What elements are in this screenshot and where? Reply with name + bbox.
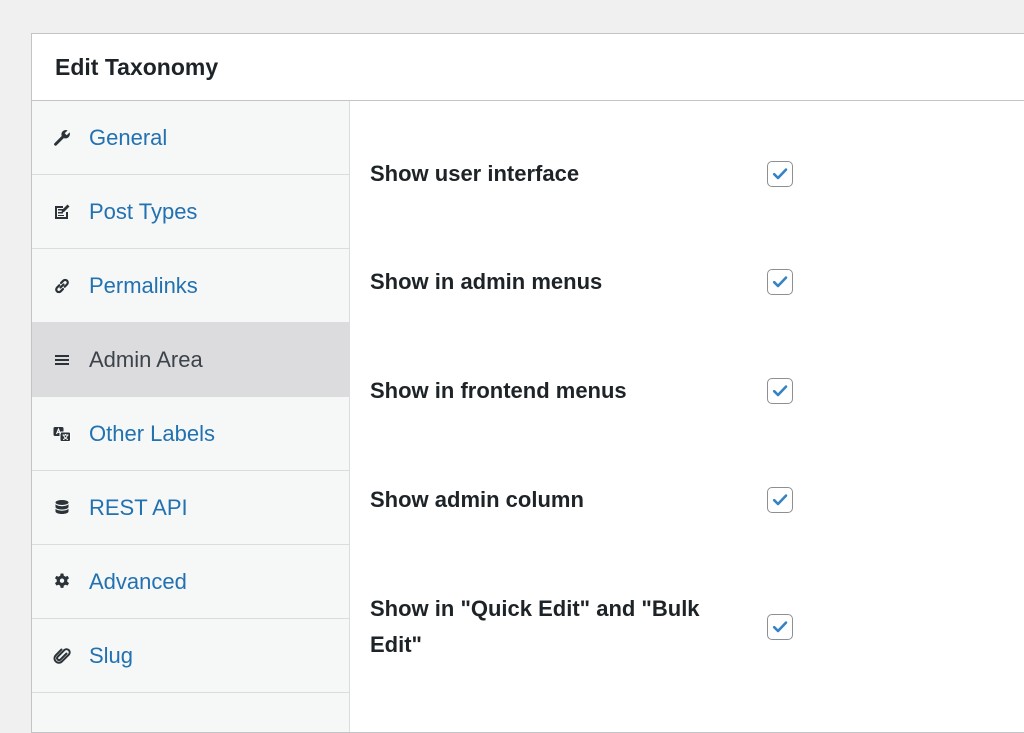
sidebar-item-label: Admin Area xyxy=(89,346,203,372)
translation-icon xyxy=(51,423,73,445)
checkmark-icon xyxy=(772,621,788,633)
setting-row-show-in-frontend-menus: Show in frontend menus xyxy=(370,373,1024,409)
sidebar-nav: General Post Types Permalinks Admin Area xyxy=(32,101,350,732)
sidebar-item-label: Permalinks xyxy=(89,272,198,298)
sidebar-item-post-types[interactable]: Post Types xyxy=(32,175,349,249)
setting-row-show-admin-column: Show admin column xyxy=(370,482,1024,518)
setting-label: Show in "Quick Edit" and "Bulk Edit" xyxy=(370,596,700,657)
database-icon xyxy=(51,497,73,519)
edit-taxonomy-panel: Edit Taxonomy General Post Types Permali… xyxy=(31,33,1024,733)
sidebar-item-rest-api[interactable]: REST API xyxy=(32,471,349,545)
checkmark-icon xyxy=(772,276,788,288)
sidebar-item-label: Slug xyxy=(89,642,134,668)
panel-title: Edit Taxonomy xyxy=(55,53,219,80)
sidebar-item-permalinks[interactable]: Permalinks xyxy=(32,249,349,323)
sidebar-item-other-labels[interactable]: Other Labels xyxy=(32,397,349,471)
sidebar-item-label: REST API xyxy=(89,494,188,520)
checkmark-icon xyxy=(772,168,788,180)
setting-label: Show user interface xyxy=(370,161,580,186)
show-in-quick-edit-checkbox[interactable] xyxy=(767,614,793,640)
setting-row-show-in-quick-edit: Show in "Quick Edit" and "Bulk Edit" xyxy=(370,591,1024,663)
admin-area-settings: Show user interface Show in admin menus … xyxy=(350,101,1024,732)
checkmark-icon xyxy=(772,494,788,506)
show-in-admin-menus-checkbox[interactable] xyxy=(767,269,793,295)
setting-label: Show admin column xyxy=(370,487,584,512)
show-ui-checkbox[interactable] xyxy=(767,161,793,187)
link-icon xyxy=(51,275,73,297)
setting-label: Show in frontend menus xyxy=(370,378,627,403)
sidebar-item-advanced[interactable]: Advanced xyxy=(32,545,349,619)
panel-header: Edit Taxonomy xyxy=(32,34,1024,101)
sidebar-item-label: General xyxy=(89,124,168,150)
checkmark-icon xyxy=(772,385,788,397)
wrench-icon xyxy=(51,127,73,149)
gear-icon xyxy=(51,571,73,593)
sidebar-item-label: Other Labels xyxy=(89,420,215,446)
setting-row-show-in-admin-menus: Show in admin menus xyxy=(370,264,1024,300)
sidebar-item-label: Post Types xyxy=(89,198,198,224)
post-types-icon xyxy=(51,201,73,223)
sidebar-item-admin-area[interactable]: Admin Area xyxy=(32,323,349,397)
panel-body: General Post Types Permalinks Admin Area xyxy=(32,101,1024,732)
show-admin-column-checkbox[interactable] xyxy=(767,487,793,513)
sidebar-item-label: Advanced xyxy=(89,568,187,594)
setting-label: Show in admin menus xyxy=(370,269,603,294)
setting-row-show-ui: Show user interface xyxy=(370,156,1024,192)
sidebar-item-slug[interactable]: Slug xyxy=(32,619,349,693)
paperclip-icon xyxy=(51,645,73,667)
sidebar-item-general[interactable]: General xyxy=(32,101,349,175)
show-in-frontend-menus-checkbox[interactable] xyxy=(767,378,793,404)
menu-icon xyxy=(51,349,73,371)
